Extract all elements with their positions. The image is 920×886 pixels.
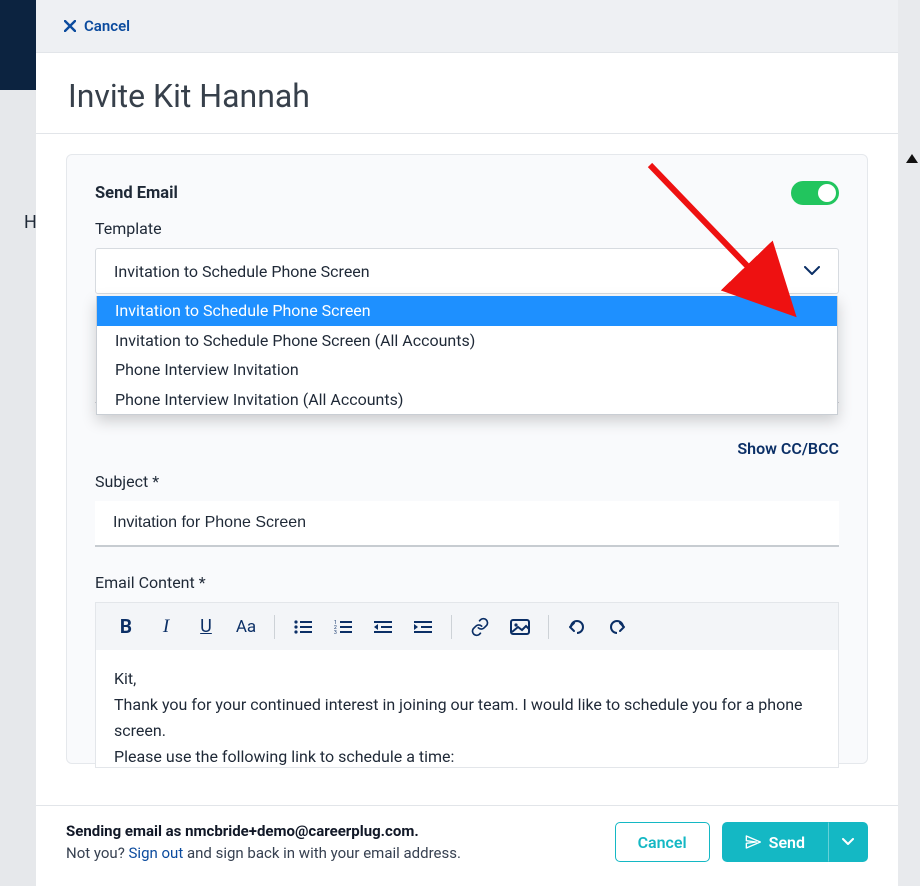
- svg-text:3: 3: [334, 630, 337, 634]
- indent-icon: [414, 620, 432, 634]
- redo-button[interactable]: [599, 609, 635, 645]
- template-option[interactable]: Phone Interview Invitation: [97, 355, 837, 385]
- footer-sender-info: Sending email as nmcbride+demo@careerplu…: [66, 822, 461, 862]
- chevron-down-icon: [842, 838, 854, 846]
- template-select[interactable]: Invitation to Schedule Phone Screen Invi…: [95, 248, 839, 294]
- editor-line: Please use the following link to schedul…: [114, 744, 820, 768]
- cancel-top-button[interactable]: Cancel: [64, 17, 130, 35]
- template-option[interactable]: Invitation to Schedule Phone Screen (All…: [97, 326, 837, 356]
- background-letter: H: [24, 212, 37, 233]
- italic-button[interactable]: I: [148, 609, 184, 645]
- subject-block: Subject *: [95, 472, 839, 547]
- undo-button[interactable]: [559, 609, 595, 645]
- toolbar-separator: [451, 615, 452, 639]
- template-dropdown: Invitation to Schedule Phone Screen Invi…: [96, 296, 838, 415]
- email-content-block: Email Content * B I U Aa 123: [95, 573, 839, 768]
- background-page: [0, 0, 36, 886]
- undo-icon: [567, 618, 587, 636]
- not-you-prefix: Not you?: [66, 844, 129, 862]
- send-button[interactable]: Send: [722, 822, 828, 862]
- subject-label: Subject *: [95, 472, 839, 491]
- email-card: Send Email Template Invitation to Schedu…: [66, 154, 868, 764]
- send-email-label: Send Email: [95, 184, 178, 203]
- modal: Cancel Invite Kit Hannah Send Email Temp…: [36, 0, 898, 886]
- ordered-list-button[interactable]: 123: [325, 609, 361, 645]
- list-ol-icon: 123: [334, 620, 352, 634]
- list-ul-icon: [294, 620, 312, 634]
- close-icon: [64, 20, 76, 32]
- outdent-icon: [374, 620, 392, 634]
- email-content-label: Email Content *: [95, 573, 839, 592]
- toggle-knob: [818, 184, 836, 202]
- bold-button[interactable]: B: [108, 609, 144, 645]
- template-option[interactable]: Phone Interview Invitation (All Accounts…: [97, 385, 837, 415]
- chevron-down-icon: [804, 266, 820, 276]
- footer-actions: Cancel Send: [615, 822, 868, 862]
- outdent-button[interactable]: [365, 609, 401, 645]
- subject-input[interactable]: [113, 514, 821, 532]
- image-button[interactable]: [502, 609, 538, 645]
- sending-as-line: Sending email as nmcbride+demo@careerplu…: [66, 822, 461, 840]
- cancel-button[interactable]: Cancel: [615, 822, 710, 862]
- editor-line: Thank you for your continued interest in…: [114, 692, 820, 744]
- template-option[interactable]: Invitation to Schedule Phone Screen: [97, 296, 837, 326]
- sending-as-email: nmcbride+demo@careerplug.com: [185, 822, 414, 840]
- not-you-suffix: and sign back in with your email address…: [183, 844, 461, 862]
- sending-as-suffix: .: [414, 822, 418, 840]
- unordered-list-button[interactable]: [285, 609, 321, 645]
- send-more-button[interactable]: [828, 822, 868, 862]
- template-label: Template: [95, 219, 839, 238]
- cancel-top-label: Cancel: [84, 17, 130, 35]
- editor-toolbar: B I U Aa 123: [95, 602, 839, 650]
- show-cc-bcc-link[interactable]: Show CC/BCC: [95, 439, 839, 458]
- send-label: Send: [769, 833, 805, 852]
- modal-header: Cancel: [36, 0, 898, 53]
- modal-body: Send Email Template Invitation to Schedu…: [36, 134, 898, 805]
- underline-button[interactable]: U: [188, 609, 224, 645]
- send-button-group: Send: [722, 822, 868, 862]
- toolbar-separator: [548, 615, 549, 639]
- paper-plane-icon: [745, 834, 761, 850]
- email-editor[interactable]: Kit, Thank you for your continued intere…: [95, 650, 839, 768]
- send-email-row: Send Email: [95, 181, 839, 205]
- image-icon: [510, 619, 530, 635]
- link-icon: [470, 617, 490, 637]
- case-button[interactable]: Aa: [228, 609, 264, 645]
- scroll-up-indicator[interactable]: [906, 154, 918, 163]
- modal-title-row: Invite Kit Hannah: [36, 53, 898, 134]
- modal-footer: Sending email as nmcbride+demo@careerplu…: [36, 805, 898, 886]
- toolbar-separator: [274, 615, 275, 639]
- link-button[interactable]: [462, 609, 498, 645]
- indent-button[interactable]: [405, 609, 441, 645]
- redo-icon: [607, 618, 627, 636]
- send-email-toggle[interactable]: [791, 181, 839, 205]
- sending-as-prefix: Sending email as: [66, 822, 185, 840]
- background-nav-dark: [0, 0, 36, 90]
- not-you-line: Not you? Sign out and sign back in with …: [66, 844, 461, 862]
- subject-input-wrap: [95, 501, 839, 547]
- template-selected-text: Invitation to Schedule Phone Screen: [114, 262, 370, 281]
- sign-out-link[interactable]: Sign out: [129, 844, 184, 862]
- page-title: Invite Kit Hannah: [68, 77, 866, 115]
- editor-line: Kit,: [114, 666, 820, 692]
